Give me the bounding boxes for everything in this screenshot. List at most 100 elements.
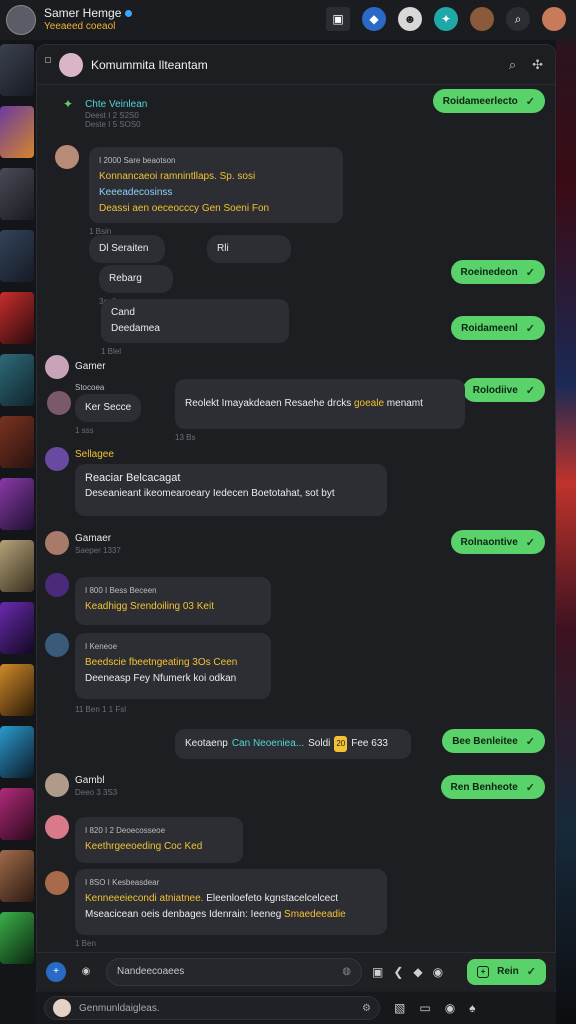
camera-icon[interactable]: ◉: [76, 962, 96, 982]
avatar[interactable]: [45, 355, 69, 379]
check-icon: ✓: [525, 536, 535, 549]
check-icon: ✓: [526, 966, 536, 978]
pin-icon[interactable]: ✣: [532, 57, 543, 73]
sent-text: Roidameerlecto: [442, 95, 518, 107]
send-label: Rein: [497, 966, 519, 977]
incoming-message[interactable]: Keotaenp Can Neoeniea... Soldi 20 Fee 63…: [175, 729, 411, 759]
avatar[interactable]: [45, 773, 69, 797]
server-tile[interactable]: [0, 168, 34, 220]
message-line: Konnancaeoi ramnintllaps. Sp. sosi: [99, 171, 256, 182]
system-message: ✦ Chte Veinlean Deest I 2 S2S0 Deste I 5 …: [63, 97, 147, 129]
incoming-message[interactable]: Gambl Deeo 3 3S3: [75, 775, 117, 797]
channel-title: Komummita Ilteantam: [91, 57, 208, 72]
message-head: I 8SO I Kesbeasdear: [85, 878, 160, 887]
server-tile[interactable]: [0, 602, 34, 654]
timestamp: 1 sss: [75, 426, 94, 435]
avatar[interactable]: [45, 815, 69, 839]
add-icon[interactable]: +: [46, 961, 66, 982]
incoming-message[interactable]: I 800 I Bess Beceen Keadhigg Srendoiling…: [75, 577, 271, 625]
incoming-message[interactable]: I 2000 Sare beaotson Konnancaeoi ramnint…: [89, 147, 343, 236]
sent-text: Rolodiive: [472, 384, 518, 396]
incoming-message[interactable]: I 820 I 2 Deoecosseoe Keethrgeeoeding Co…: [75, 817, 243, 863]
share-icon[interactable]: ❮: [393, 965, 403, 979]
avatar[interactable]: [45, 447, 69, 471]
server-tile[interactable]: [0, 292, 34, 344]
server-tile[interactable]: [0, 788, 34, 840]
screen-icon[interactable]: ▭: [419, 1001, 430, 1015]
avatar[interactable]: [45, 871, 69, 895]
emoji-icon[interactable]: ◍: [342, 966, 351, 977]
server-tile[interactable]: [0, 726, 34, 778]
sent-message[interactable]: Roidameenl ✓: [451, 316, 545, 340]
server-tile[interactable]: [0, 478, 34, 530]
message-line: Keeeadecosinss: [99, 187, 173, 198]
search-icon[interactable]: ⌕: [509, 57, 516, 73]
chip-label: Dl Seraiten: [89, 235, 165, 263]
settings-icon[interactable]: ⚙: [362, 1003, 371, 1014]
avatar[interactable]: [47, 391, 71, 415]
screen-share-icon[interactable]: ▣: [326, 7, 350, 31]
gif-icon[interactable]: ◉: [433, 965, 443, 979]
incoming-message[interactable]: I 8SO I Kesbeasdear Kenneeeiecondi atnia…: [75, 869, 387, 948]
sent-text: Roeinedeon: [460, 266, 518, 278]
search-icon[interactable]: ⌕: [506, 7, 530, 31]
message-title: Reaciar Belcacagat: [85, 472, 181, 484]
friend-avatar-icon[interactable]: [470, 7, 494, 31]
message-line: Deseanieant ikeomearoeary Iedecen Boetot…: [85, 488, 335, 499]
message-head: I 800 I Bess Beceen: [85, 586, 157, 595]
incoming-message[interactable]: Stocoea Ker Secce 1 sss: [75, 383, 142, 435]
compass-icon[interactable]: ✦: [434, 7, 458, 31]
message-line: Mseacicean oeis denbages Idenrain: Ieene…: [85, 909, 282, 920]
server-tile[interactable]: [0, 230, 34, 282]
reaction-chip[interactable]: Dl Seraiten: [89, 235, 165, 263]
sender-name: Gambl: [75, 775, 105, 786]
ghost-icon[interactable]: ☻: [398, 7, 422, 31]
mic-icon[interactable]: ◆: [413, 965, 422, 979]
channel-avatar[interactable]: [59, 52, 83, 77]
notification-icon[interactable]: ◆: [362, 7, 386, 31]
check-icon: ✓: [525, 95, 535, 108]
sent-message[interactable]: Roeinedeon ✓: [450, 260, 545, 284]
incoming-message[interactable]: Gamaer Saeper 1337: [75, 533, 121, 555]
avatar[interactable]: [45, 531, 69, 555]
check-icon: ✓: [525, 384, 535, 397]
attach-icon[interactable]: ▣: [372, 965, 383, 979]
incoming-message[interactable]: Sellagee Reaciar Belcacagat Deseanieant …: [75, 449, 387, 516]
avatar[interactable]: [55, 145, 79, 169]
camera-icon[interactable]: ◉: [445, 1001, 455, 1015]
bottom-search[interactable]: Genmunldaigleas. ⚙: [44, 996, 380, 1020]
server-tile[interactable]: [0, 44, 34, 96]
sent-message[interactable]: Roidameerlecto ✓: [432, 89, 545, 113]
message-input[interactable]: Nandeecoaees ◍: [106, 957, 362, 986]
avatar[interactable]: [45, 573, 69, 597]
send-button[interactable]: + Rein ✓: [467, 958, 546, 985]
server-tile[interactable]: [0, 540, 34, 592]
sent-message[interactable]: Rolnaontive ✓: [450, 530, 545, 554]
sent-message[interactable]: Ren Benheote ✓: [440, 775, 545, 799]
server-tile[interactable]: [0, 416, 34, 468]
avatar[interactable]: [45, 633, 69, 657]
drag-handle-icon[interactable]: [45, 57, 51, 63]
message-line: Fee 633: [351, 738, 388, 749]
server-tile[interactable]: [0, 106, 34, 158]
server-tile[interactable]: [0, 664, 34, 716]
user-avatar[interactable]: [6, 5, 36, 35]
image-icon[interactable]: ▧: [394, 1001, 405, 1015]
card-message[interactable]: Cand Deedamea 1 Blel: [101, 299, 289, 356]
server-tile[interactable]: [0, 850, 34, 902]
message-input-placeholder: Nandeecoaees: [117, 966, 185, 977]
reaction-chip[interactable]: Rli: [207, 235, 291, 263]
message-line: menamt: [386, 398, 423, 409]
user-meta: Samer Hemge Yeeaeed coeaol: [44, 7, 133, 33]
sent-message[interactable]: Bee Benleitee ✓: [442, 729, 545, 753]
bell-icon[interactable]: ♠: [469, 1001, 475, 1015]
sent-message[interactable]: Rolodiive ✓: [462, 378, 545, 402]
sparkle-icon: ✦: [63, 97, 74, 111]
profile-avatar-icon[interactable]: [542, 7, 566, 31]
server-tile[interactable]: [0, 354, 34, 406]
incoming-message[interactable]: Reolekt Imayakdeaen Resaehe drcks goeale…: [175, 379, 465, 442]
timestamp: 1 Blel: [101, 347, 122, 356]
chip-label: Rli: [207, 235, 291, 263]
server-tile[interactable]: [0, 912, 34, 964]
incoming-message[interactable]: I Keneoe Beedscie fbeetngeating 3Os Ceen…: [75, 633, 271, 714]
